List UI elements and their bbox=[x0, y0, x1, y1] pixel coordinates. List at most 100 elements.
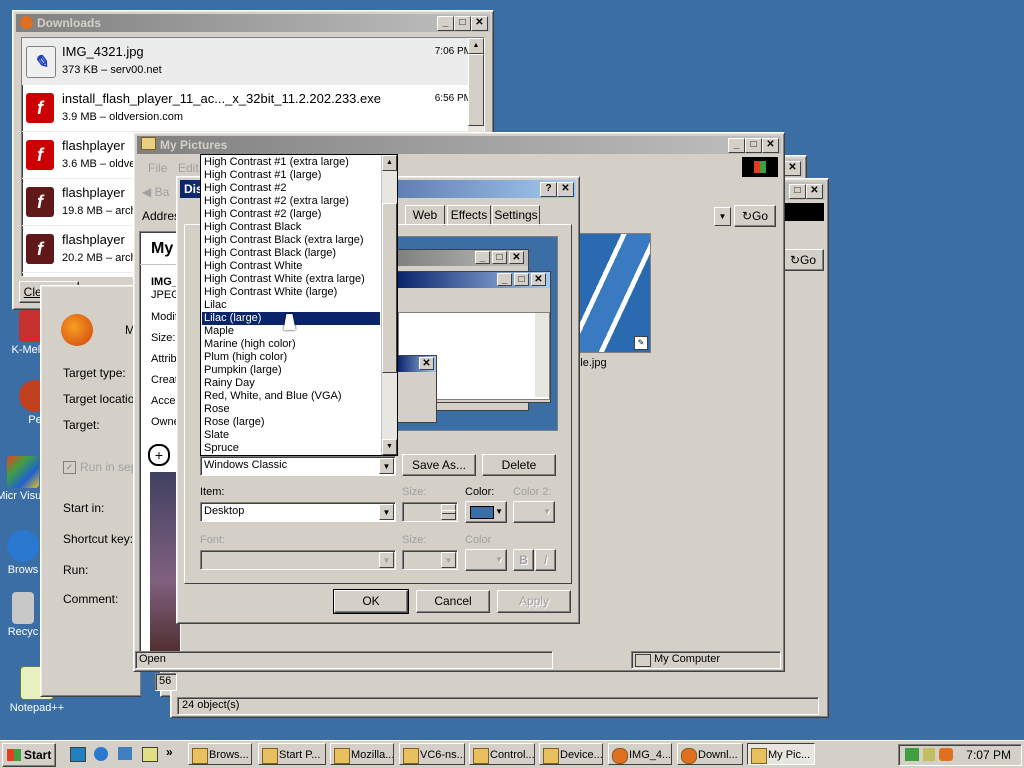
scheme-option[interactable]: Pumpkin (large) bbox=[202, 364, 380, 377]
font-size-select[interactable]: ▼ bbox=[402, 550, 458, 570]
task-button[interactable]: IMG_4... bbox=[608, 743, 672, 765]
task-button[interactable]: Control... bbox=[469, 743, 535, 765]
italic-button[interactable]: I bbox=[535, 549, 556, 571]
close-button[interactable]: ✕ bbox=[806, 184, 823, 199]
close-button[interactable]: ✕ bbox=[557, 182, 574, 197]
scheme-option[interactable]: Rainy Day bbox=[202, 377, 380, 390]
download-item[interactable]: f install_flash_player_11_ac..._x_32bit_… bbox=[22, 85, 484, 132]
zoom-in-icon[interactable]: + bbox=[148, 444, 170, 466]
thumbnail-image[interactable]: ✎ bbox=[569, 233, 651, 353]
scheme-option[interactable]: High Contrast White bbox=[202, 260, 380, 273]
scroll-thumb[interactable] bbox=[468, 54, 484, 126]
scroll-up-arrow[interactable]: ▲ bbox=[468, 38, 484, 54]
save-as-button[interactable]: Save As... bbox=[402, 454, 476, 476]
help-button[interactable]: ? bbox=[540, 182, 557, 197]
download-info: 19.8 MB – arch bbox=[62, 205, 137, 217]
task-icon bbox=[262, 748, 278, 764]
scheme-option[interactable]: High Contrast Black bbox=[202, 221, 380, 234]
tab-web[interactable]: Web bbox=[405, 205, 445, 226]
task-button[interactable]: Start P... bbox=[258, 743, 326, 765]
maximize-button[interactable]: □ bbox=[745, 138, 762, 153]
clock[interactable]: 7:07 PM bbox=[966, 748, 1011, 762]
maximize-button[interactable]: □ bbox=[454, 16, 471, 31]
scheme-option[interactable]: Marine (high color) bbox=[202, 338, 380, 351]
spin-down-icon[interactable] bbox=[441, 510, 456, 520]
tray-app-icon[interactable] bbox=[923, 748, 935, 761]
downloads-titlebar[interactable]: Downloads _ □ ✕ bbox=[16, 14, 490, 32]
scheme-option[interactable]: Spruce bbox=[202, 442, 380, 455]
task-button[interactable]: Device... bbox=[539, 743, 603, 765]
desktop-icon[interactable] bbox=[70, 747, 86, 762]
scheme-option[interactable]: High Contrast Black (extra large) bbox=[202, 234, 380, 247]
task-button[interactable]: Mozilla... bbox=[330, 743, 394, 765]
tab-settings[interactable]: Settings bbox=[492, 205, 540, 226]
go-button[interactable]: ↻Go bbox=[734, 205, 776, 227]
speaker-icon[interactable] bbox=[939, 748, 953, 761]
apply-button[interactable]: Apply bbox=[497, 590, 571, 613]
go-button[interactable]: ↻Go bbox=[782, 249, 824, 271]
cancel-button[interactable]: Cancel bbox=[416, 590, 490, 613]
scroll-up-arrow[interactable]: ▲ bbox=[382, 155, 397, 171]
ok-button[interactable]: OK bbox=[333, 589, 409, 614]
task-button[interactable]: Downl... bbox=[677, 743, 743, 765]
scheme-option[interactable]: High Contrast #2 (extra large) bbox=[202, 195, 380, 208]
scheme-option[interactable]: Red, White, and Blue (VGA) bbox=[202, 390, 380, 403]
item-select[interactable]: Desktop ▼ bbox=[200, 502, 396, 522]
scheme-list[interactable]: High Contrast #1 (extra large) High Contr… bbox=[200, 154, 398, 456]
scheme-list-scrollbar[interactable]: ▲ ▼ bbox=[381, 155, 397, 455]
close-button[interactable]: ✕ bbox=[784, 161, 801, 176]
scheme-option[interactable]: High Contrast #2 (large) bbox=[202, 208, 380, 221]
scheme-select[interactable]: Windows Classic ▼ bbox=[200, 456, 396, 476]
chevron-down-icon[interactable]: ▼ bbox=[379, 552, 394, 568]
scheme-option[interactable]: High Contrast White (extra large) bbox=[202, 273, 380, 286]
download-item[interactable]: ✎ IMG_4321.jpg 373 KB – serv00.net 7:06 … bbox=[22, 38, 484, 85]
scheme-option[interactable]: Rose (large) bbox=[202, 416, 380, 429]
minimize-button[interactable]: _ bbox=[728, 138, 745, 153]
menu-edit[interactable]: Edit bbox=[178, 161, 199, 175]
close-button[interactable]: ✕ bbox=[762, 138, 779, 153]
attr-label: Creat bbox=[151, 374, 178, 386]
task-button[interactable]: VC6-ns... bbox=[399, 743, 465, 765]
scheme-option[interactable]: Plum (high color) bbox=[202, 351, 380, 364]
chevron-right-icon[interactable]: » bbox=[166, 745, 173, 759]
scheme-option[interactable]: High Contrast White (large) bbox=[202, 286, 380, 299]
search-icon[interactable] bbox=[142, 747, 158, 762]
jpeg-badge-icon: ✎ bbox=[634, 336, 648, 350]
bold-button[interactable]: B bbox=[513, 549, 534, 571]
back-button[interactable]: ◀ Ba bbox=[142, 185, 169, 199]
task-button[interactable]: Brows... bbox=[188, 743, 252, 765]
close-button[interactable]: ✕ bbox=[471, 16, 488, 31]
font-color-button[interactable]: ▼ bbox=[465, 549, 507, 571]
color-picker-button[interactable]: ▼ bbox=[465, 501, 507, 523]
run-in-separate-label: Run in sep bbox=[80, 460, 138, 474]
scheme-option[interactable]: High Contrast #1 (extra large) bbox=[202, 156, 380, 169]
font-select[interactable]: ▼ bbox=[200, 550, 396, 570]
outlook-icon[interactable] bbox=[118, 747, 132, 760]
chevron-down-icon[interactable]: ▼ bbox=[379, 458, 394, 474]
folder-icon bbox=[141, 137, 156, 150]
minimize-button[interactable]: _ bbox=[437, 16, 454, 31]
size-spinner[interactable] bbox=[402, 502, 458, 522]
start-button[interactable]: Start bbox=[2, 743, 56, 767]
scheme-option[interactable]: High Contrast #2 bbox=[202, 182, 380, 195]
address-dropdown-button[interactable]: ▼ bbox=[714, 207, 731, 226]
scheme-option[interactable]: Lilac bbox=[202, 299, 380, 312]
network-icon[interactable] bbox=[905, 748, 919, 761]
delete-button[interactable]: Delete bbox=[482, 454, 556, 476]
run-in-separate-checkbox[interactable]: ✓ bbox=[63, 461, 76, 474]
color2-picker-button[interactable]: ▼ bbox=[513, 501, 555, 523]
chevron-down-icon[interactable]: ▼ bbox=[441, 552, 456, 568]
scheme-option[interactable]: Rose bbox=[202, 403, 380, 416]
scroll-thumb[interactable] bbox=[382, 203, 397, 373]
maximize-button[interactable]: □ bbox=[789, 184, 806, 199]
ie-icon[interactable] bbox=[94, 747, 108, 761]
chevron-down-icon[interactable]: ▼ bbox=[379, 504, 394, 520]
menu-file[interactable]: File bbox=[148, 161, 167, 175]
tab-effects[interactable]: Effects bbox=[447, 205, 491, 226]
scheme-option[interactable]: High Contrast #1 (large) bbox=[202, 169, 380, 182]
my-pictures-titlebar[interactable]: My Pictures _ □ ✕ bbox=[137, 136, 781, 154]
scheme-option[interactable]: High Contrast Black (large) bbox=[202, 247, 380, 260]
scheme-option[interactable]: Slate bbox=[202, 429, 380, 442]
scroll-down-arrow[interactable]: ▼ bbox=[382, 439, 397, 455]
task-button[interactable]: My Pic... bbox=[747, 743, 815, 765]
